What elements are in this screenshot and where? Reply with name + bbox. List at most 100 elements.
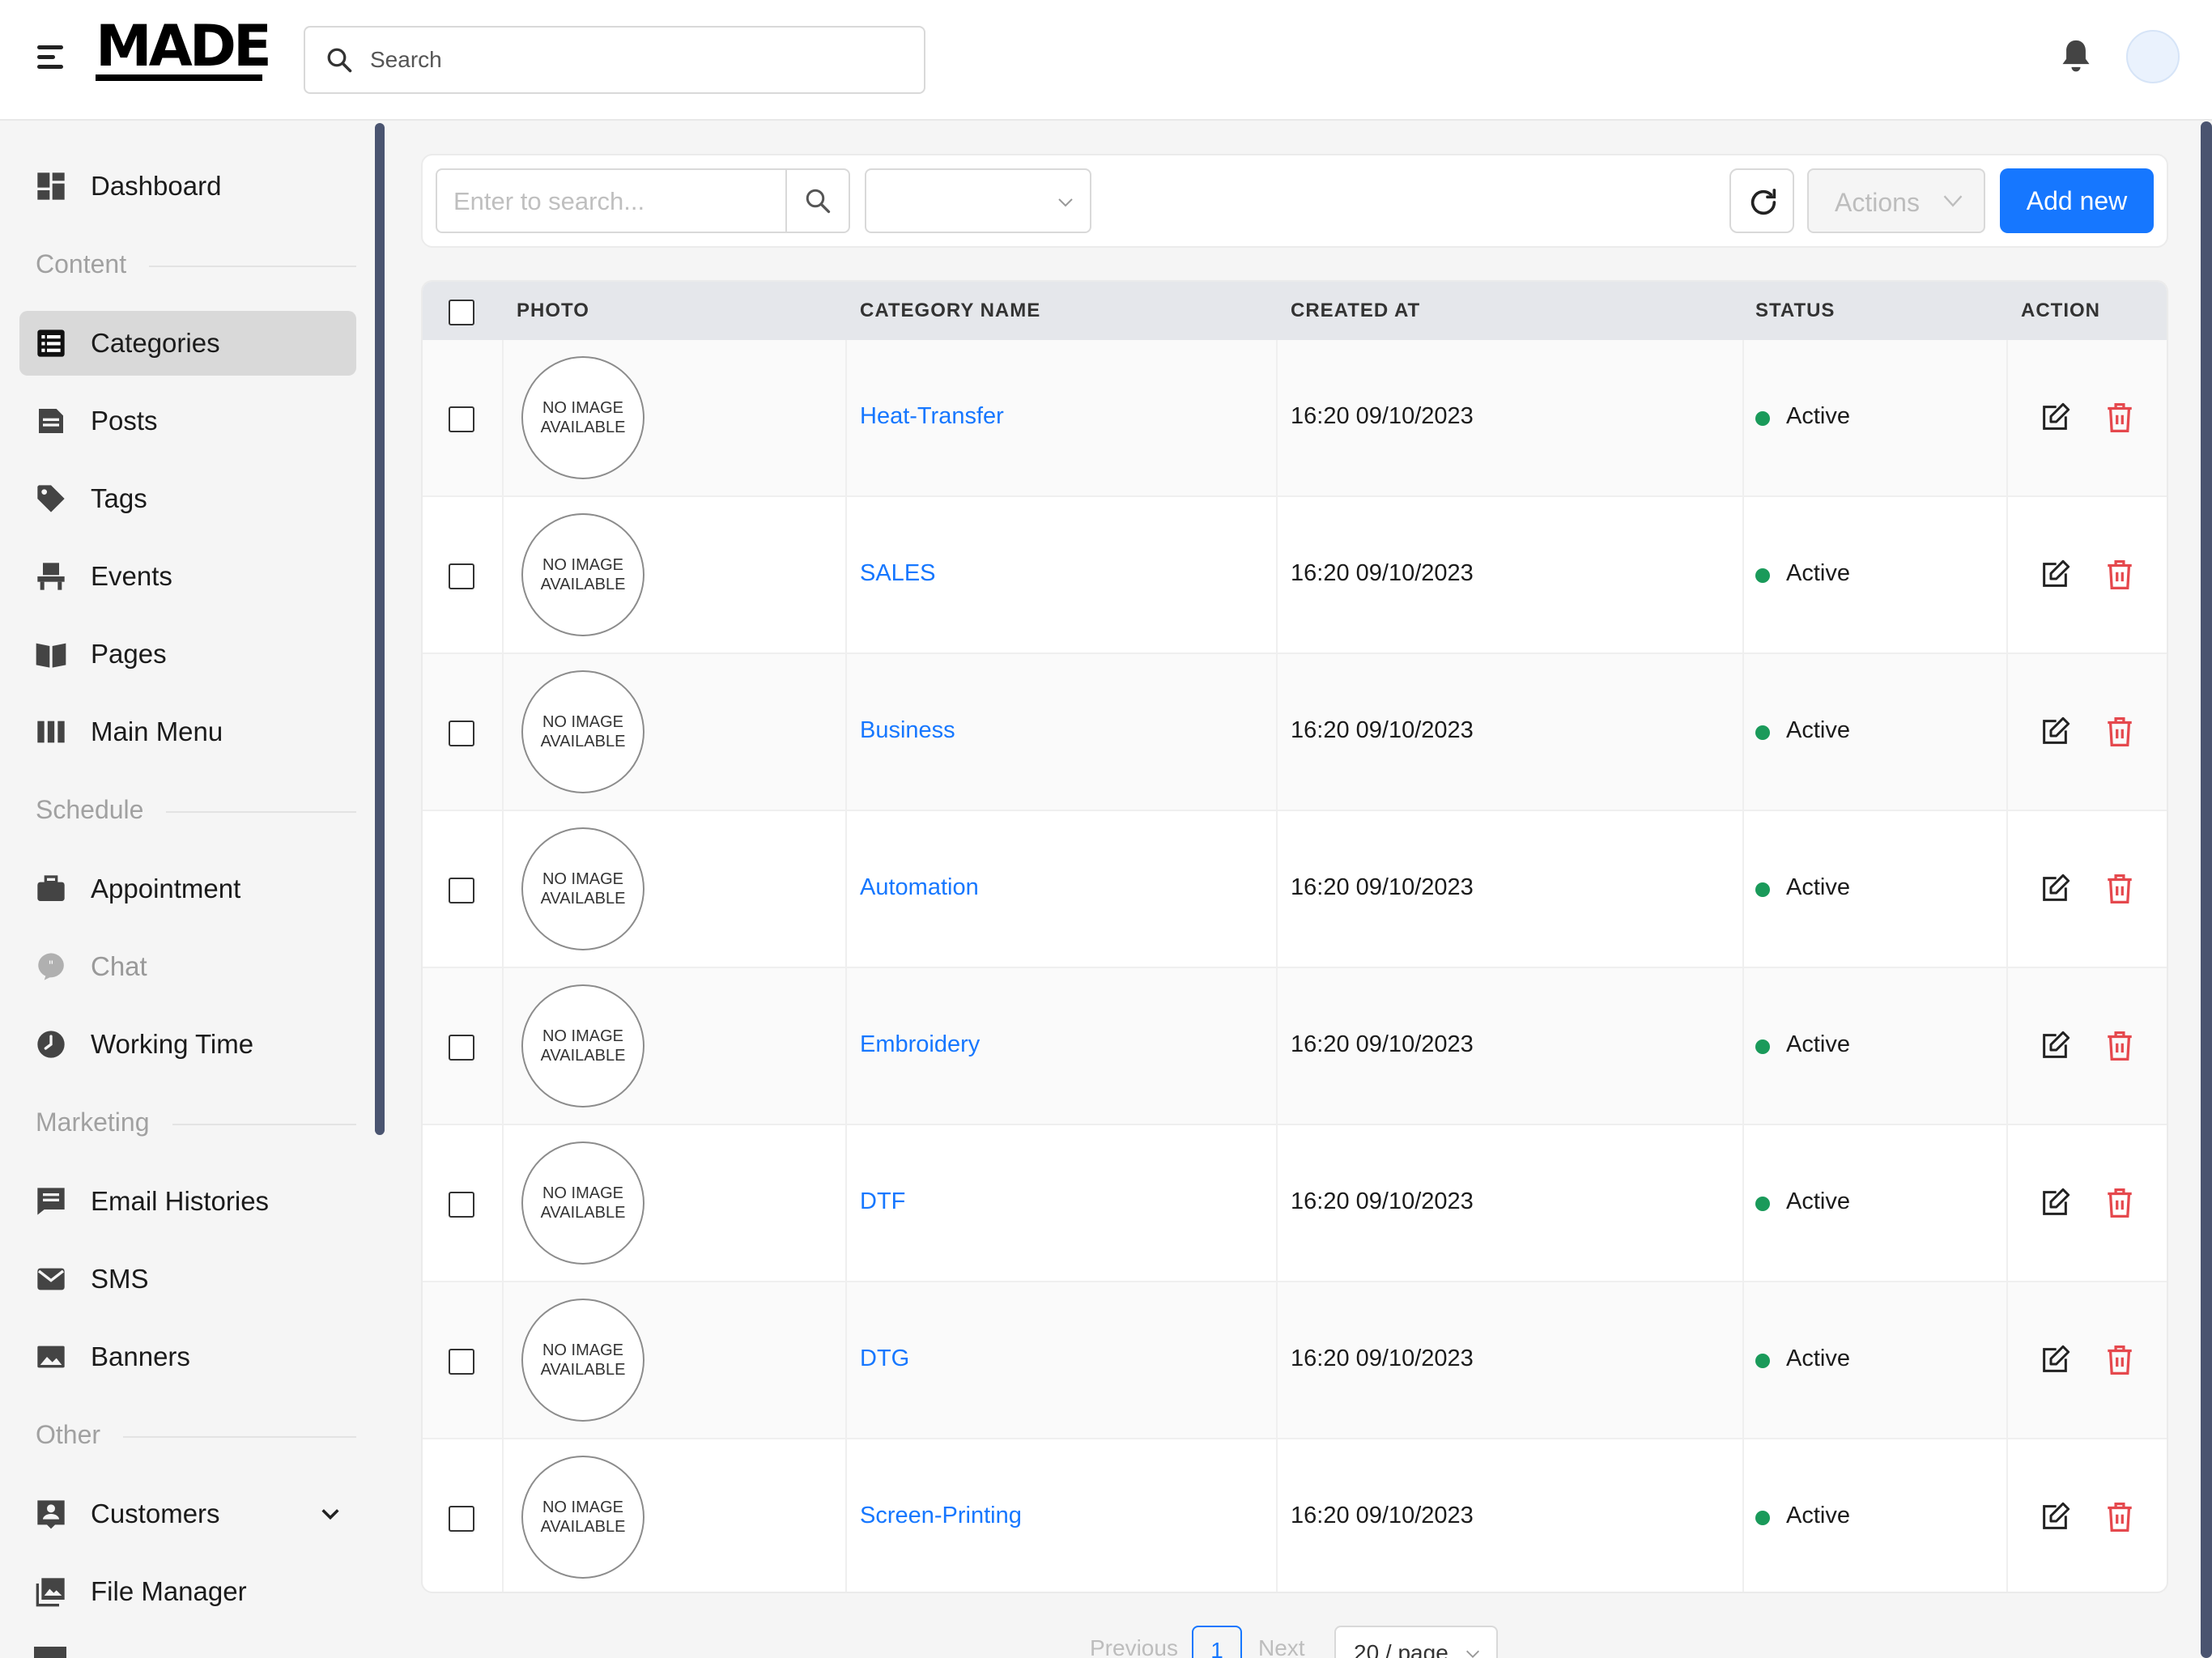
no-image-placeholder: NO IMAGE AVAILABLE	[521, 1299, 644, 1422]
category-name-link[interactable]: Embroidery	[860, 1031, 980, 1058]
bell-icon[interactable]	[2058, 37, 2094, 76]
edit-icon[interactable]	[2039, 873, 2071, 909]
contact-icon	[37, 1500, 65, 1529]
column-header-category-name[interactable]: CATEGORY NAME	[860, 300, 1040, 322]
table-row: NO IMAGE AVAILABLE Business 16:20 09/10/202…	[423, 654, 2167, 811]
pagination-previous[interactable]: Previous	[1090, 1635, 1178, 1658]
edit-icon[interactable]	[2039, 559, 2071, 595]
section-schedule: Schedule	[36, 795, 356, 827]
actions-dropdown[interactable]: Actions	[1807, 168, 1985, 233]
row-checkbox[interactable]	[449, 1192, 474, 1218]
sidebar-item-file-manager[interactable]: File Manager	[19, 1559, 356, 1624]
global-search[interactable]	[304, 26, 925, 94]
sidebar-item-events[interactable]: Events	[19, 544, 356, 609]
column-header-created-at[interactable]: CREATED AT	[1291, 300, 1420, 322]
edit-icon[interactable]	[2039, 1344, 2071, 1380]
table-row: NO IMAGE AVAILABLE Automation 16:20 09/10/2…	[423, 811, 2167, 968]
global-search-input[interactable]	[370, 39, 904, 81]
sidebar-item-tags[interactable]: Tags	[19, 466, 356, 531]
edit-icon[interactable]	[2039, 1030, 2071, 1066]
page-size-label: 20 / page	[1354, 1640, 1448, 1658]
category-name-link[interactable]: DTG	[860, 1346, 909, 1372]
sidebar-item-label: Customers	[91, 1499, 220, 1528]
logo[interactable]: MADE	[96, 18, 272, 74]
page-size-select[interactable]: 20 / page	[1334, 1626, 1498, 1658]
row-checkbox[interactable]	[449, 406, 474, 432]
status-dot	[1755, 1039, 1770, 1054]
mail-icon	[37, 1268, 65, 1290]
no-image-text: AVAILABLE	[540, 1047, 626, 1065]
column-divider	[2006, 497, 2008, 654]
table-search[interactable]	[436, 168, 850, 233]
sidebar-item-main-menu[interactable]: Main Menu	[19, 699, 356, 764]
menu-icon[interactable]	[34, 42, 66, 74]
column-header-status[interactable]: STATUS	[1755, 300, 1835, 322]
row-checkbox[interactable]	[449, 1349, 474, 1375]
edit-icon[interactable]	[2039, 1187, 2071, 1223]
column-divider	[845, 1439, 847, 1592]
sidebar-item-pages[interactable]: Pages	[19, 622, 356, 687]
column-divider	[502, 1125, 504, 1282]
row-checkbox[interactable]	[449, 1035, 474, 1061]
category-name-link[interactable]: SALES	[860, 560, 936, 587]
sidebar-item-posts[interactable]: Posts	[19, 389, 356, 453]
sidebar-scrollbar[interactable]	[375, 123, 385, 1135]
category-name-link[interactable]: DTF	[860, 1188, 905, 1215]
row-checkbox[interactable]	[449, 1506, 474, 1532]
pagination-page-1[interactable]: 1	[1192, 1626, 1242, 1658]
refresh-button[interactable]	[1729, 168, 1794, 233]
svg-text:": "	[49, 958, 54, 972]
column-divider	[2006, 340, 2008, 497]
column-divider	[1276, 1439, 1278, 1592]
category-name-link[interactable]: Screen-Printing	[860, 1503, 1022, 1529]
delete-icon[interactable]	[2105, 1187, 2134, 1223]
search-button[interactable]	[787, 170, 850, 232]
column-divider	[2006, 968, 2008, 1125]
select-all-checkbox[interactable]	[449, 300, 474, 325]
sidebar-item-label: File Manager	[91, 1576, 247, 1606]
created-at: 16:20 09/10/2023	[1291, 560, 1474, 586]
table-row: NO IMAGE AVAILABLE SALES 16:20 09/10/2023 Ac…	[423, 497, 2167, 654]
no-image-text: AVAILABLE	[540, 890, 626, 908]
edit-icon[interactable]	[2039, 716, 2071, 752]
row-checkbox[interactable]	[449, 563, 474, 589]
add-new-button[interactable]: Add new	[2000, 168, 2154, 233]
sidebar-item-categories[interactable]: Categories	[19, 311, 356, 376]
sidebar-item-sms[interactable]: SMS	[19, 1247, 356, 1312]
main-scrollbar[interactable]	[2201, 121, 2212, 1658]
delete-icon[interactable]	[2105, 1344, 2134, 1380]
edit-icon[interactable]	[2039, 1501, 2071, 1537]
table-search-input[interactable]	[453, 180, 777, 223]
delete-icon[interactable]	[2105, 1501, 2134, 1537]
category-name-link[interactable]: Heat-Transfer	[860, 403, 1004, 430]
delete-icon[interactable]	[2105, 559, 2134, 595]
sidebar-item-partial	[34, 1647, 66, 1658]
sidebar-item-working-time[interactable]: Working Time	[19, 1012, 356, 1077]
column-header-photo: PHOTO	[517, 300, 589, 321]
avatar[interactable]	[2126, 30, 2180, 83]
delete-icon[interactable]	[2105, 402, 2134, 438]
status-badge: Active	[1786, 403, 1850, 429]
sidebar-item-banners[interactable]: Banners	[19, 1324, 356, 1389]
category-name-link[interactable]: Business	[860, 717, 955, 744]
row-checkbox[interactable]	[449, 878, 474, 903]
edit-icon[interactable]	[2039, 402, 2071, 438]
category-name-link[interactable]: Automation	[860, 874, 979, 901]
pagination-next[interactable]: Next	[1258, 1635, 1305, 1658]
sidebar-item-email-histories[interactable]: Email Histories	[19, 1169, 356, 1234]
delete-icon[interactable]	[2105, 1030, 2134, 1066]
no-image-text: NO IMAGE	[542, 1027, 623, 1045]
filter-select[interactable]	[865, 168, 1091, 233]
row-checkbox[interactable]	[449, 721, 474, 746]
delete-icon[interactable]	[2105, 716, 2134, 752]
sidebar-item-dashboard[interactable]: Dashboard	[19, 154, 356, 219]
tag-icon	[37, 485, 65, 512]
column-divider	[502, 1439, 504, 1592]
sidebar-item-appointment[interactable]: Appointment	[19, 857, 356, 921]
no-image-placeholder: NO IMAGE AVAILABLE	[521, 984, 644, 1107]
sidebar-item-customers[interactable]: Customers	[19, 1482, 356, 1546]
sidebar-item-chat[interactable]: " Chat	[19, 934, 356, 999]
chevron-down-icon[interactable]	[319, 1503, 342, 1525]
delete-icon[interactable]	[2105, 873, 2134, 909]
section-content: Content	[36, 249, 356, 282]
